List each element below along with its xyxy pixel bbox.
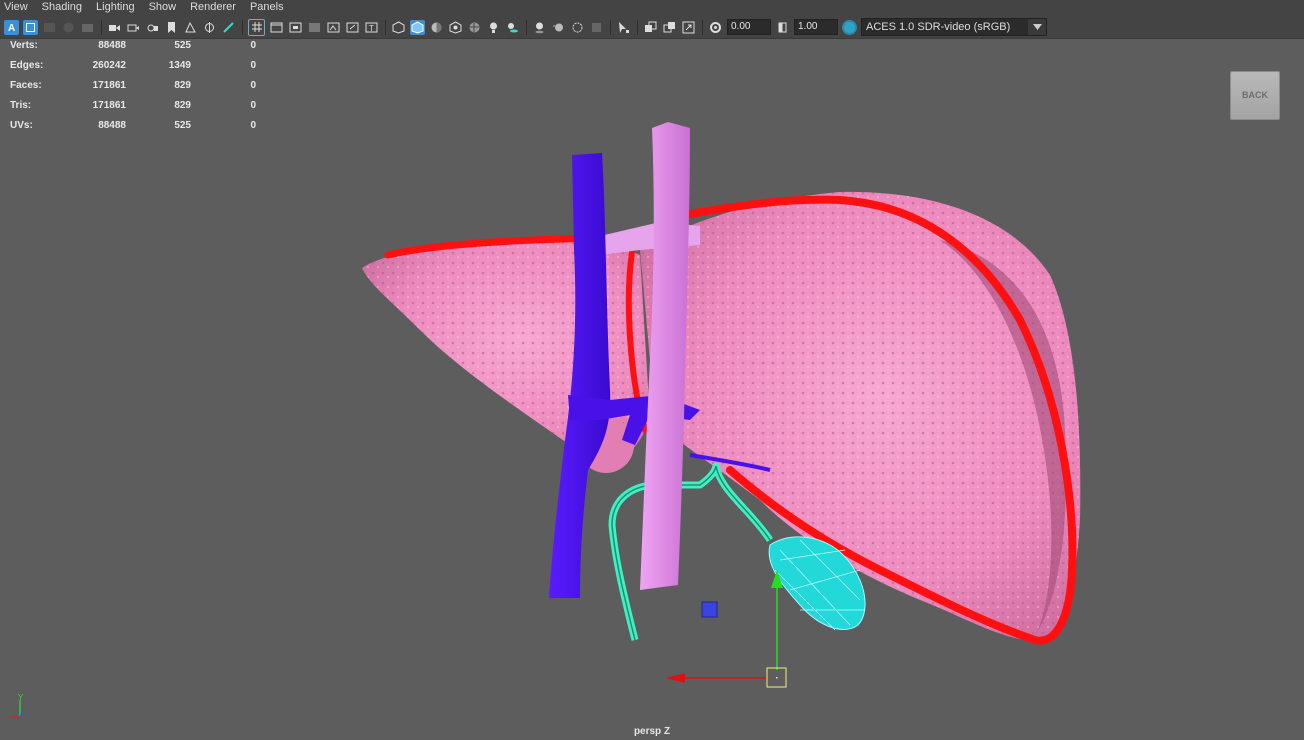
use-all-lights-icon[interactable] xyxy=(486,20,501,35)
grid-icon[interactable] xyxy=(248,18,265,36)
hud-value: 829 xyxy=(174,80,191,91)
chevron-down-icon[interactable] xyxy=(1028,19,1046,35)
video-camera-icon[interactable] xyxy=(107,20,122,35)
hud-value: 1349 xyxy=(168,60,191,71)
hud-value: 171861 xyxy=(92,80,126,91)
bile-duct[interactable] xyxy=(608,462,773,641)
grease-pencil-icon[interactable] xyxy=(221,20,236,35)
manipulator-center-dot xyxy=(776,677,778,679)
xray-icon[interactable] xyxy=(643,20,658,35)
motion-blur-icon[interactable] xyxy=(551,20,566,35)
hud-row-faces: Faces: 171861 829 0 xyxy=(10,80,270,100)
gamma-field[interactable] xyxy=(794,19,838,35)
default-material-icon[interactable] xyxy=(429,20,444,35)
hud-row-edges: Edges: 260242 1349 0 xyxy=(10,60,270,80)
hud-label: Faces: xyxy=(10,80,42,91)
toolbar-separator xyxy=(385,19,386,35)
hud-value: 829 xyxy=(174,100,191,111)
svg-text:A: A xyxy=(8,23,15,33)
image-plane-icon[interactable] xyxy=(183,20,198,35)
bookmark-icon[interactable] xyxy=(164,20,179,35)
poly-count-hud: Verts: 88488 525 0 Edges: 260242 1349 0 … xyxy=(10,40,270,140)
hud-value: 88488 xyxy=(98,40,126,51)
textured-icon[interactable] xyxy=(448,20,463,35)
xray-joints-icon[interactable] xyxy=(681,20,696,35)
3d-viewport[interactable]: Y xyxy=(0,38,1304,740)
film-gate-icon[interactable] xyxy=(269,20,284,35)
hud-label: Verts: xyxy=(10,40,38,51)
toolbar-separator xyxy=(637,19,638,35)
hud-label: Tris: xyxy=(10,100,32,111)
axis-y-label: Y xyxy=(18,693,24,702)
safe-title-icon[interactable]: T xyxy=(364,20,379,35)
hud-label: UVs: xyxy=(10,120,33,131)
pivot-square[interactable] xyxy=(701,601,718,618)
toolbar-separator xyxy=(610,19,611,35)
toolbar-separator xyxy=(242,19,243,35)
menu-renderer[interactable]: Renderer xyxy=(186,0,240,15)
toolbar-separator xyxy=(702,19,703,35)
image-plane-icon[interactable] xyxy=(61,20,76,35)
panel-menubar: View Shading Lighting Show Renderer Pane… xyxy=(0,0,294,15)
toolbar-separator xyxy=(526,19,527,35)
exposure-field[interactable] xyxy=(727,19,771,35)
toolbar-separator xyxy=(101,19,102,35)
gamma-icon[interactable] xyxy=(775,20,790,35)
color-management-icon[interactable] xyxy=(842,19,857,35)
camera-attributes-icon[interactable] xyxy=(23,19,38,35)
select-camera-icon[interactable]: A xyxy=(4,19,19,35)
aorta[interactable] xyxy=(640,122,690,590)
anti-aliasing-icon[interactable] xyxy=(570,20,585,35)
menu-shading[interactable]: Shading xyxy=(38,0,86,15)
color-space-label: ACES 1.0 SDR-video (sRGB) xyxy=(866,21,1011,33)
bookmark-icon[interactable] xyxy=(42,20,57,35)
manipulator-x-arrow[interactable] xyxy=(665,673,685,683)
hud-value: 0 xyxy=(250,120,256,131)
menu-view[interactable]: View xyxy=(0,0,32,15)
hud-value: 525 xyxy=(174,40,191,51)
resolution-gate-icon[interactable] xyxy=(288,20,303,35)
depth-of-field-icon[interactable] xyxy=(589,20,604,35)
camera-name-label: persp Z xyxy=(633,726,671,737)
grease-pencil-icon[interactable] xyxy=(80,20,95,35)
camera-lock-icon[interactable] xyxy=(145,20,160,35)
back-button[interactable]: BACK xyxy=(1230,71,1280,120)
hud-value: 0 xyxy=(250,80,256,91)
hud-row-uvs: UVs: 88488 525 0 xyxy=(10,120,270,140)
hud-value: 0 xyxy=(250,60,256,71)
checker-icon[interactable] xyxy=(467,20,482,35)
menu-lighting[interactable]: Lighting xyxy=(92,0,139,15)
camera-attributes-icon[interactable] xyxy=(126,20,141,35)
hud-label: Edges: xyxy=(10,60,44,71)
hud-value: 525 xyxy=(174,120,191,131)
panel-toolbar: A T 0.00 1.00 ACES 1.0 SDR-video (sRGB) xyxy=(4,17,1047,37)
hud-row-verts: Verts: 88488 525 0 xyxy=(10,40,270,60)
hud-value: 88488 xyxy=(98,120,126,131)
color-space-dropdown[interactable]: ACES 1.0 SDR-video (sRGB) xyxy=(861,18,1047,36)
hud-value: 171861 xyxy=(92,100,126,111)
smooth-shade-icon[interactable] xyxy=(410,19,425,35)
isolate-select-icon[interactable] xyxy=(616,20,631,35)
gate-mask-icon[interactable] xyxy=(307,20,322,35)
view-axis-indicator xyxy=(10,700,23,718)
wireframe-icon[interactable] xyxy=(391,20,406,35)
svg-text:T: T xyxy=(369,24,374,33)
viewport-header: View Shading Lighting Show Renderer Pane… xyxy=(0,0,1304,39)
xray-active-icon[interactable] xyxy=(662,20,677,35)
hud-value: 0 xyxy=(250,40,256,51)
menu-show[interactable]: Show xyxy=(145,0,181,15)
hud-value: 260242 xyxy=(92,60,126,71)
hud-row-tris: Tris: 171861 829 0 xyxy=(10,100,270,120)
menu-panels[interactable]: Panels xyxy=(246,0,288,15)
liver-right-lobe-texture xyxy=(640,191,1081,643)
ambient-occlusion-icon[interactable] xyxy=(532,20,547,35)
exposure-icon[interactable] xyxy=(708,20,723,35)
field-chart-icon[interactable] xyxy=(326,20,341,35)
safe-action-icon[interactable] xyxy=(345,20,360,35)
2d-pan-zoom-icon[interactable] xyxy=(202,20,217,35)
hud-value: 0 xyxy=(250,100,256,111)
shadows-icon[interactable] xyxy=(505,20,520,35)
